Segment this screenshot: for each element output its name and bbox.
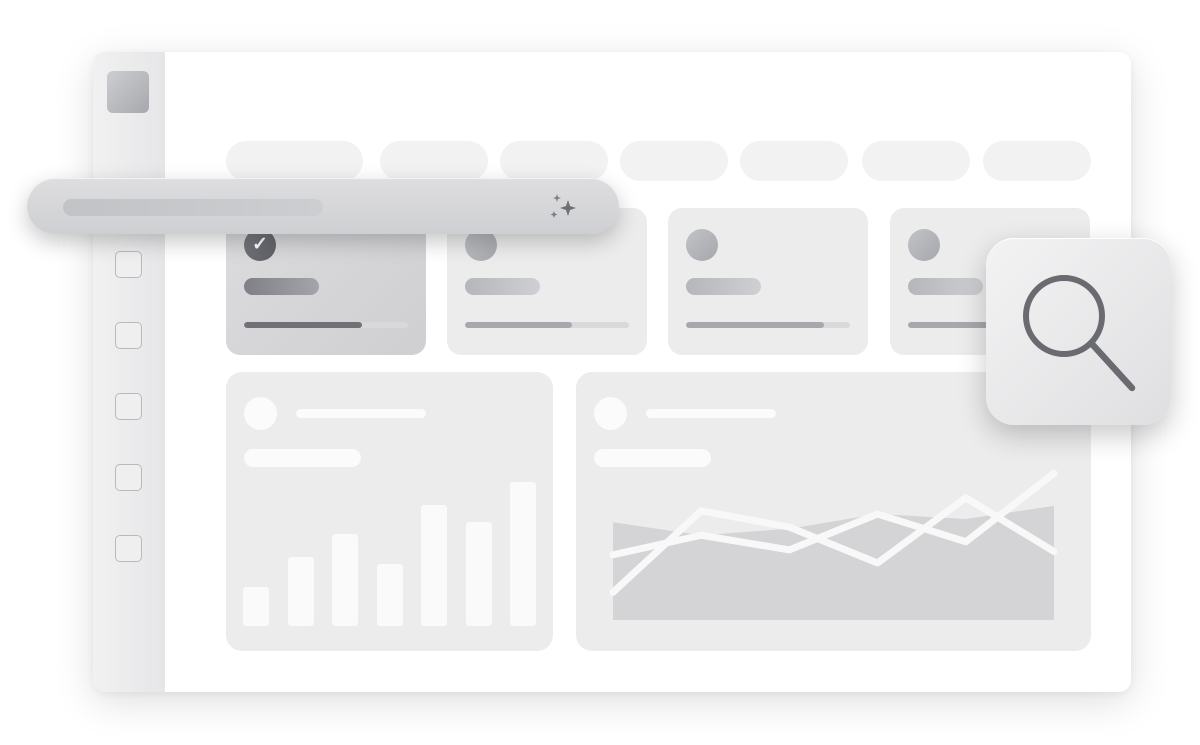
sidebar [93,52,165,692]
ai-search-bar[interactable] [27,178,619,234]
stat-label-placeholder [465,278,540,295]
filter-pill-6[interactable] [862,141,970,181]
bar-5 [421,505,447,626]
stat-label-placeholder [908,278,983,295]
progress-track [244,322,408,328]
sidebar-checkbox-2[interactable] [115,322,142,349]
search-button[interactable] [986,238,1171,425]
app-window: ✓ [93,52,1131,692]
filter-pill-5[interactable] [740,141,848,181]
panel-title-placeholder [296,409,426,418]
stat-label-placeholder [686,278,761,295]
app-logo-icon[interactable] [107,71,149,113]
filter-pill-3[interactable] [500,141,608,181]
search-icon [1023,275,1136,392]
bar-4 [376,564,403,626]
filter-pill-4[interactable] [620,141,728,181]
bar-chart-panel [226,372,553,651]
stat-card-3[interactable] [668,208,868,355]
sidebar-checkbox-3[interactable] [115,393,142,420]
search-input-placeholder[interactable] [63,199,323,216]
sidebar-checkbox-1[interactable] [115,251,142,278]
progress-fill [244,322,363,328]
sidebar-checkbox-5[interactable] [115,535,142,562]
bar-7 [510,482,536,626]
progress-fill [465,322,572,328]
bar-6 [465,522,492,626]
panel-subtitle-placeholder [244,449,361,467]
avatar-icon [686,229,718,261]
avatar-icon [908,229,940,261]
filter-pill-1[interactable] [226,141,363,181]
sparkle-icon[interactable] [546,192,580,222]
filter-pill-7[interactable] [983,141,1091,181]
panel-avatar-icon [244,397,277,430]
bar-3 [332,533,358,626]
filter-pill-2[interactable] [380,141,488,181]
stat-label-placeholder [244,278,319,295]
bar-1 [243,587,269,626]
bar-2 [287,556,314,626]
progress-track [686,322,850,328]
progress-fill [686,322,824,328]
progress-track [465,322,629,328]
sidebar-checkbox-4[interactable] [115,464,142,491]
